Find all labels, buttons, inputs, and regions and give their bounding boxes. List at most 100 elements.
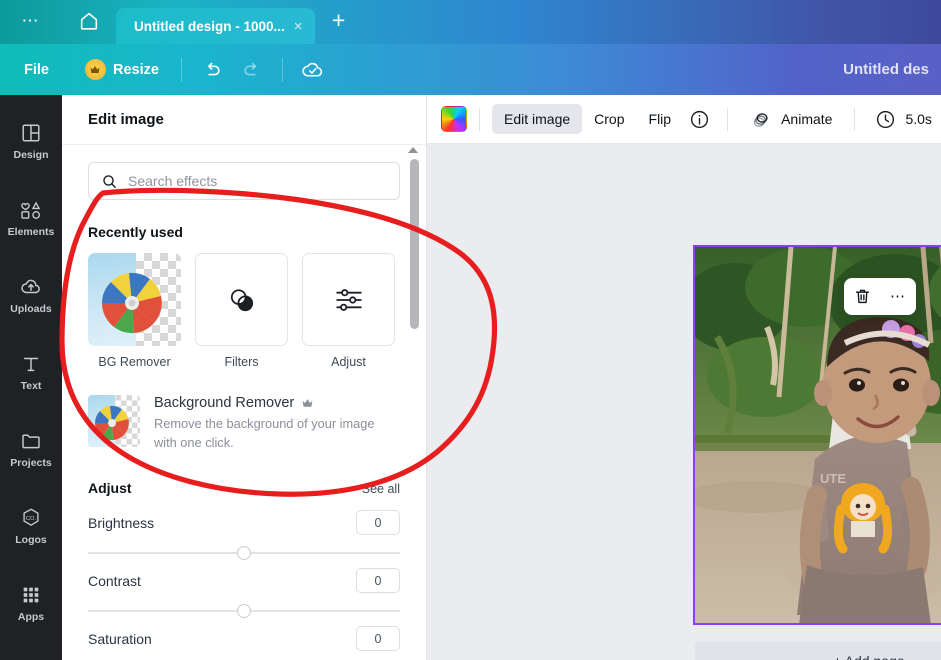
slider-contrast: Contrast 0 [88,568,400,619]
page-viewport: UTE ⋯ [427,144,941,660]
recently-used-row: BG Remover Filters Adjust [88,253,418,369]
panel-scrollbar[interactable] [410,159,419,329]
slider-label: Saturation [88,630,152,647]
animate-icon [750,108,772,130]
sidebar-item-label: Design [13,148,49,161]
slider-value-input[interactable]: 0 [356,568,400,594]
scroll-up-arrow-icon[interactable] [408,147,418,153]
editor-top-toolbar: File Resize Untitled des [0,44,941,95]
beach-ball-thumbnail [88,395,140,447]
adjust-title: Adjust [88,480,132,497]
feature-name: Background Remover [154,395,295,411]
crop-button[interactable]: Crop [582,104,636,134]
effect-bg-remover[interactable]: BG Remover [88,253,181,369]
sliders-icon [302,253,395,346]
panel-header: Edit image [62,95,426,145]
slider-label: Contrast [88,572,141,589]
edit-image-button[interactable]: Edit image [492,104,583,134]
crown-icon [301,397,314,410]
beach-ball-thumbnail [88,253,181,346]
effect-filters[interactable]: Filters [195,253,288,369]
file-menu-button[interactable]: File [10,55,63,85]
browser-tab-title: Untitled design - 1000... [134,18,285,34]
more-horizontal-icon[interactable]: ⋯ [0,0,62,44]
crown-icon [84,59,106,80]
trash-icon[interactable] [853,287,872,306]
search-icon [103,174,116,188]
sidebar-item-elements[interactable]: Elements [0,186,62,250]
sidebar-item-text[interactable]: Text [0,340,62,404]
adjust-section-header: Adjust See all [88,480,400,496]
animate-button[interactable]: Animate [740,102,842,136]
recently-used-title: Recently used [88,224,183,240]
effect-label: BG Remover [98,355,171,369]
home-icon[interactable] [62,0,116,44]
effect-adjust[interactable]: Adjust [302,253,395,369]
search-placeholder: Search effects [128,173,218,189]
sidebar-item-label: Projects [10,456,52,469]
slider-knob[interactable] [237,546,251,561]
effect-label: Adjust [331,355,366,369]
filters-circles-icon [195,253,288,346]
flip-button[interactable]: Flip [637,104,684,134]
sidebar-item-projects[interactable]: Projects [0,417,62,481]
sidebar-item-logos[interactable]: CO. Logos [0,494,62,558]
slider-value-input[interactable]: 0 [356,626,400,652]
feature-description: Remove the background of your image with… [154,416,375,451]
cloud-check-icon[interactable] [293,52,333,88]
sidebar-item-label: Logos [15,534,47,546]
edit-image-panel: Edit image Search effects Recently used [62,95,427,660]
canvas-area: Edit image Crop Flip Animate 5.0s UTE ⋯ [427,95,941,660]
animate-label: Animate [781,111,833,127]
sidebar-item-label: Elements [7,225,55,238]
slider-label: Brightness [88,514,155,531]
add-page-label: + Add page [833,653,904,660]
duration-button[interactable]: 5.0s [867,103,939,136]
slider-track[interactable] [88,604,400,619]
left-rail: Design Elements Uploads Text Projects CO… [0,95,62,660]
duration-label: 5.0s [905,111,932,127]
toolbar-divider [727,107,729,131]
slider-value-input[interactable]: 0 [356,510,400,536]
toolbar-divider [479,107,480,131]
sidebar-item-label: Uploads [10,302,52,315]
sidebar-item-label: Apps [17,610,45,623]
design-name-label[interactable]: Untitled des [843,61,931,78]
browser-tab-strip: ⋯ Untitled design - 1000... × + [0,0,941,44]
sidebar-item-design[interactable]: Design [0,109,62,173]
svg-text:UTE: UTE [820,471,846,486]
add-page-button[interactable]: + Add page [695,642,941,660]
new-tab-button[interactable]: + [315,0,363,44]
object-toolbar: Edit image Crop Flip Animate 5.0s [427,95,941,144]
see-all-link[interactable]: See all [362,482,400,496]
background-remover-card[interactable]: Background Remover Remove the background… [88,395,400,452]
resize-label: Resize [112,61,159,78]
slider-brightness: Brightness 0 [88,510,400,561]
panel-title: Edit image [88,111,164,128]
more-horizontal-icon[interactable]: ⋯ [890,289,907,304]
slider-saturation: Saturation 0 [88,626,400,652]
browser-tab[interactable]: Untitled design - 1000... × [116,8,315,44]
slider-knob[interactable] [237,604,251,619]
toolbar-divider [854,107,856,131]
sidebar-item-apps[interactable]: Apps [0,571,62,635]
rainbow-color-swatch[interactable] [441,106,467,132]
slider-track[interactable] [88,546,400,561]
resize-button[interactable]: Resize [73,52,171,87]
feature-name-row: Background Remover [154,395,400,411]
panel-scroll-body: Search effects Recently used BG Remover … [62,145,426,660]
object-quick-actions: ⋯ [844,278,916,315]
close-icon[interactable]: × [294,19,303,34]
toolbar-divider [281,57,283,82]
redo-icon[interactable] [232,52,272,88]
effect-label: Filters [224,355,259,369]
sidebar-item-uploads[interactable]: Uploads [0,263,62,327]
svg-text:CO.: CO. [26,516,37,522]
toolbar-divider [180,57,182,82]
search-input[interactable]: Search effects [88,162,400,200]
undo-icon[interactable] [192,52,232,88]
sidebar-item-label: Text [20,379,42,392]
info-icon[interactable] [683,103,715,135]
canva-editor: ⋯ Untitled design - 1000... × + File Res… [0,0,941,660]
clock-icon [875,109,896,130]
